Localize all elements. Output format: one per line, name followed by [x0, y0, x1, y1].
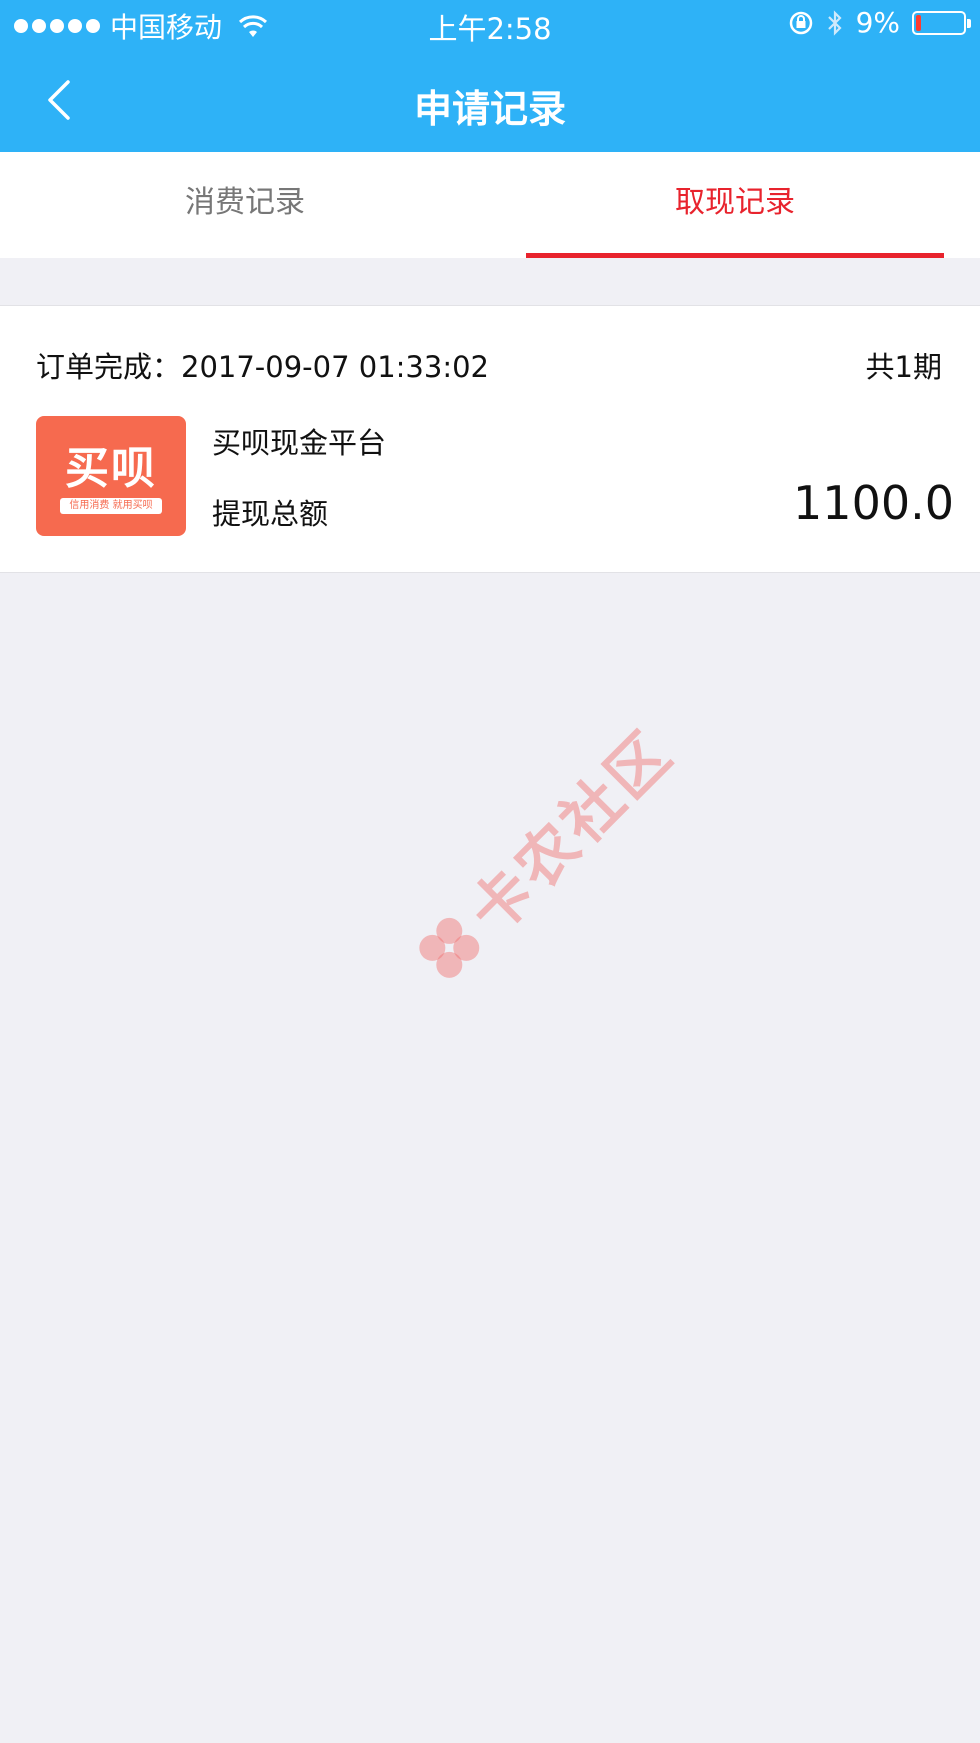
- rotation-lock-icon: [789, 11, 812, 34]
- withdrawal-total-label: 提现总额: [212, 497, 329, 531]
- page-title: 申请记录: [413, 87, 566, 131]
- status-right: 9%: [788, 6, 971, 39]
- logo-subtext: 信用消费 就用买呗: [60, 498, 162, 514]
- watermark-text: 卡农社区: [456, 717, 687, 948]
- battery-percent: 9%: [855, 6, 900, 39]
- nav-bar: 申请记录: [0, 50, 980, 152]
- tab-consumption-records[interactable]: 消费记录: [0, 152, 490, 258]
- tab-withdrawal-records[interactable]: 取现记录: [490, 152, 980, 258]
- tab-label: 消费记录: [185, 185, 305, 220]
- status-bar: 中国移动 上午2:58 9%: [0, 0, 980, 50]
- logo-text: 买呗: [65, 443, 157, 494]
- platform-logo: 买呗 信用消费 就用买呗: [36, 416, 186, 536]
- watermark: 卡农社区: [397, 707, 689, 999]
- tab-label: 取现记录: [675, 185, 795, 220]
- installment-count: 共1期: [865, 350, 942, 384]
- record-card[interactable]: 订单完成：2017-09-07 01:33:02 共1期 买呗 信用消费 就用买…: [0, 305, 980, 573]
- battery-icon: [912, 10, 971, 35]
- tab-bar: 消费记录 取现记录: [0, 152, 980, 258]
- platform-name: 买呗现金平台: [212, 426, 387, 460]
- withdrawal-amount: 1100.0: [793, 476, 954, 530]
- bluetooth-icon: [827, 9, 842, 36]
- order-completed-time: 订单完成：2017-09-07 01:33:02: [36, 350, 489, 384]
- active-tab-indicator: [526, 253, 944, 258]
